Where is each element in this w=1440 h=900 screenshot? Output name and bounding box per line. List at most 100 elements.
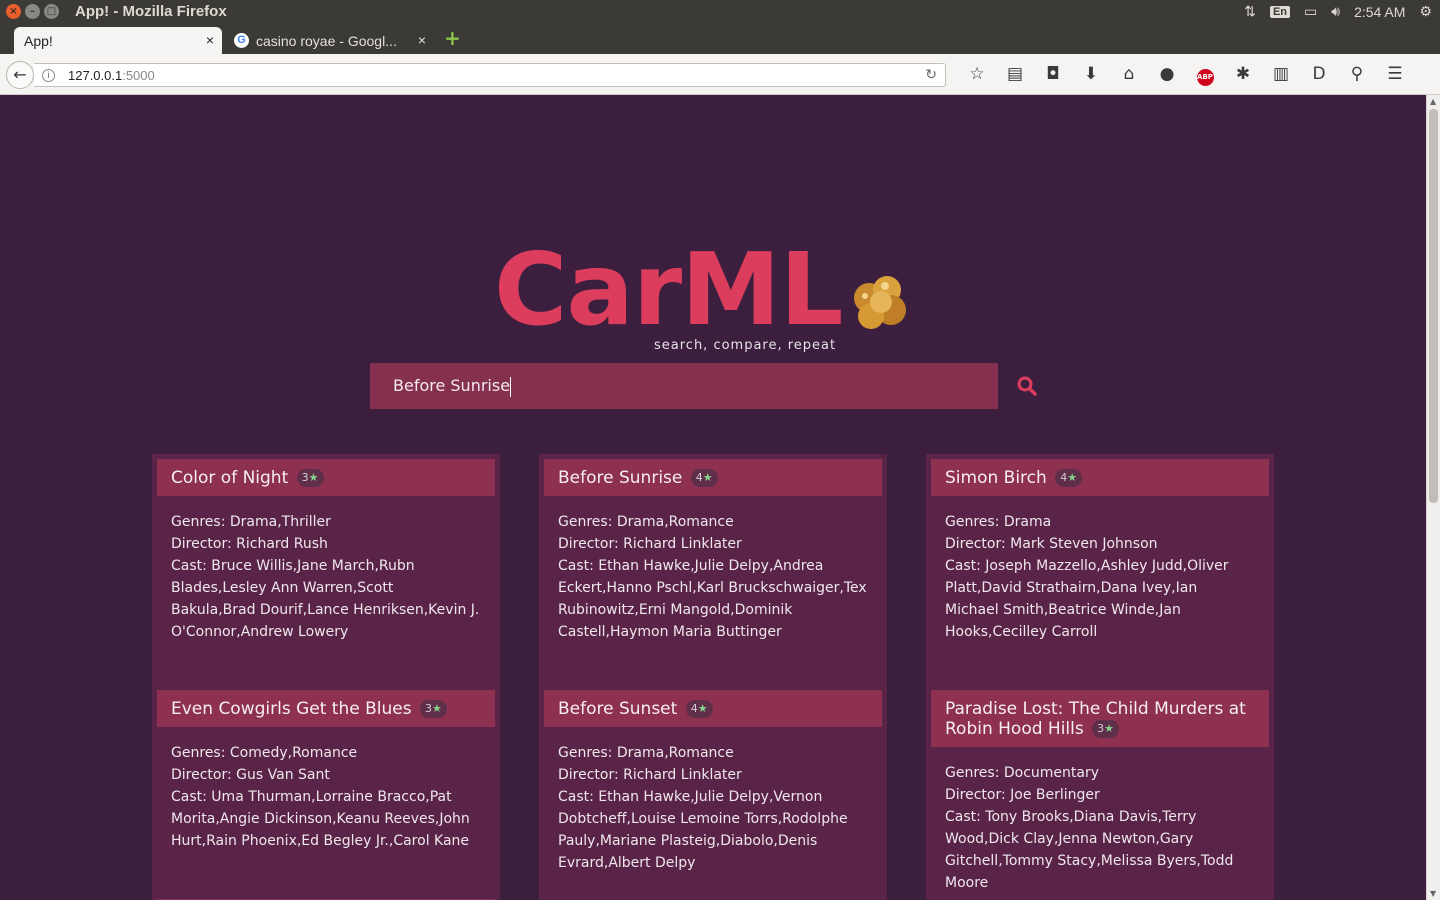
rating-badge: 3★: [1092, 720, 1120, 738]
home-icon[interactable]: ⌂: [1110, 64, 1148, 86]
movie-card[interactable]: Simon Birch 4★ Genres: Drama Director: M…: [926, 454, 1274, 685]
movie-director: Director: Richard Linklater: [558, 536, 742, 552]
site-info-icon[interactable]: i: [42, 69, 55, 82]
movie-genres: Genres: Comedy,Romance: [171, 745, 358, 761]
tab-app[interactable]: App! ×: [14, 27, 222, 54]
movie-title: Before Sunrise: [558, 468, 683, 488]
maximize-window-icon[interactable]: □: [44, 4, 59, 19]
movie-title: Even Cowgirls Get the Blues: [171, 699, 412, 719]
movie-director: Director: Mark Steven Johnson: [945, 536, 1158, 552]
movie-card-partial[interactable]: [152, 894, 500, 900]
d-extension-icon[interactable]: D: [1300, 64, 1338, 86]
movie-search-input[interactable]: Before Sunrise: [370, 363, 998, 409]
search-icon[interactable]: [1012, 371, 1042, 401]
tab-google-search[interactable]: G casino royae - Googl... ×: [226, 27, 434, 54]
movie-title: Simon Birch: [945, 468, 1047, 488]
scroll-up-arrow-icon[interactable]: ▲: [1430, 97, 1436, 106]
movie-director: Director: Richard Linklater: [558, 767, 742, 783]
logo-text: CarML: [494, 231, 843, 348]
movie-genres: Genres: Drama,Romance: [558, 745, 734, 761]
adblock-icon[interactable]: ABP: [1186, 64, 1224, 86]
window-title: App! - Mozilla Firefox: [75, 3, 227, 20]
movie-cast: Cast: Uma Thurman,Lorraine Bracco,Pat Mo…: [171, 789, 470, 849]
movie-card[interactable]: Even Cowgirls Get the Blues 3★ Genres: C…: [152, 685, 500, 894]
page-scrollbar[interactable]: ▲ ▼: [1426, 95, 1440, 900]
movie-card-header: Paradise Lost: The Child Murders at Robi…: [931, 690, 1269, 747]
star-icon: ★: [702, 471, 713, 484]
movie-card-header: Color of Night 3★: [157, 459, 495, 496]
translate-icon[interactable]: ⚲: [1338, 64, 1376, 86]
movie-card-header: Before Sunset 4★: [544, 690, 882, 727]
movie-card-body: Genres: Drama,Thriller Director: Richard…: [157, 496, 495, 685]
star-icon: ★: [432, 702, 442, 715]
star-icon: ★: [1067, 471, 1078, 484]
star-icon: ★: [697, 702, 708, 715]
rating-badge: 4★: [690, 469, 718, 487]
tagline: search, compare, repeat: [654, 338, 837, 353]
results-column-2: Before Sunrise 4★ Genres: Drama,Romance …: [539, 454, 887, 900]
movie-card[interactable]: Before Sunset 4★ Genres: Drama,Romance D…: [539, 685, 887, 900]
back-arrow-icon[interactable]: ←: [6, 61, 34, 89]
close-window-icon[interactable]: ×: [6, 4, 21, 19]
url-bar[interactable]: i 127.0.0.1:5000 ↻: [34, 63, 946, 87]
text-caret: [510, 376, 512, 397]
url-text: 127.0.0.1:5000: [68, 68, 155, 83]
scrollbar-thumb[interactable]: [1429, 109, 1438, 503]
minimize-window-icon[interactable]: –: [25, 4, 40, 19]
url-port: :5000: [122, 68, 155, 83]
volume-icon[interactable]: 🔊︎: [1331, 3, 1340, 20]
movie-card[interactable]: Color of Night 3★ Genres: Drama,Thriller…: [152, 454, 500, 685]
chat-bubble-icon[interactable]: ●: [1148, 64, 1186, 86]
movie-card-header: Even Cowgirls Get the Blues 3★: [157, 690, 495, 727]
movie-card[interactable]: Before Sunrise 4★ Genres: Drama,Romance …: [539, 454, 887, 685]
tab-strip: App! × G casino royae - Googl... × +: [0, 24, 1440, 54]
keyboard-language-indicator[interactable]: En: [1269, 5, 1290, 18]
rating-badge: 3★: [296, 469, 324, 487]
toolbar-icons: ☆ ▤ ◘ ⬇ ⌂ ● ABP ✱ ▥ D ⚲ ☰: [958, 64, 1414, 86]
movie-title: Before Sunset: [558, 699, 678, 719]
rating-badge: 4★: [685, 700, 713, 718]
star-icon: ★: [308, 471, 319, 484]
hamburger-menu-icon[interactable]: ☰: [1376, 64, 1414, 86]
scroll-down-arrow-icon[interactable]: ▼: [1430, 889, 1436, 898]
reload-icon[interactable]: ↻: [925, 66, 937, 83]
pocket-icon[interactable]: ◘: [1034, 64, 1072, 86]
download-icon[interactable]: ⬇: [1072, 64, 1110, 86]
movie-card-body: Genres: Comedy,Romance Director: Gus Van…: [157, 727, 495, 894]
movie-card[interactable]: Paradise Lost: The Child Murders at Robi…: [926, 685, 1274, 900]
settings-gear-icon[interactable]: ⚙: [1419, 3, 1432, 20]
system-tray: ⇅ En ▭ 🔊︎ 2:54 AM ⚙: [1244, 3, 1432, 20]
results-column-3: Simon Birch 4★ Genres: Drama Director: M…: [926, 454, 1274, 900]
url-host: 127.0.0.1: [68, 68, 123, 83]
clock[interactable]: 2:54 AM: [1354, 4, 1405, 20]
reading-list-icon[interactable]: ▤: [996, 64, 1034, 86]
search-input-value: Before Sunrise: [393, 376, 511, 395]
extension-puzzle-icon[interactable]: ✱: [1224, 64, 1262, 86]
tab-close-icon[interactable]: ×: [418, 32, 426, 48]
rating-badge: 3★: [420, 700, 447, 718]
movie-genres: Genres: Drama,Thriller: [171, 514, 331, 530]
page-content: CarML search, compare, repeat Before Sun…: [0, 95, 1426, 900]
os-title-bar: × – □ App! - Mozilla Firefox ⇅ En ▭ 🔊︎ 2…: [0, 0, 1440, 24]
movie-genres: Genres: Drama,Romance: [558, 514, 734, 530]
window-controls: × – □: [6, 4, 59, 19]
results-column-1: Color of Night 3★ Genres: Drama,Thriller…: [152, 454, 500, 900]
movie-director: Director: Joe Berlinger: [945, 787, 1100, 803]
movie-director: Director: Gus Van Sant: [171, 767, 330, 783]
movie-card-body: Genres: Drama,Romance Director: Richard …: [544, 727, 882, 900]
movie-cast: Cast: Ethan Hawke,Julie Delpy,Vernon Dob…: [558, 789, 848, 871]
battery-icon[interactable]: ▭: [1304, 3, 1317, 20]
new-tab-plus-icon[interactable]: +: [444, 26, 461, 50]
clipboard-icon[interactable]: ▥: [1262, 64, 1300, 86]
movie-cast: Cast: Joseph Mazzello,Ashley Judd,Oliver…: [945, 558, 1229, 640]
movie-cast: Cast: Ethan Hawke,Julie Delpy,Andrea Eck…: [558, 558, 867, 640]
tab-close-icon[interactable]: ×: [206, 32, 214, 48]
google-icon: G: [234, 33, 249, 48]
movie-director: Director: Richard Rush: [171, 536, 328, 552]
movie-title: Color of Night: [171, 468, 289, 488]
movie-genres: Genres: Documentary: [945, 765, 1100, 781]
network-arrows-icon[interactable]: ⇅: [1244, 3, 1256, 20]
bookmark-star-icon[interactable]: ☆: [958, 64, 996, 86]
tab-label: casino royae - Googl...: [256, 33, 397, 49]
movie-card-body: Genres: Drama,Romance Director: Richard …: [544, 496, 882, 685]
